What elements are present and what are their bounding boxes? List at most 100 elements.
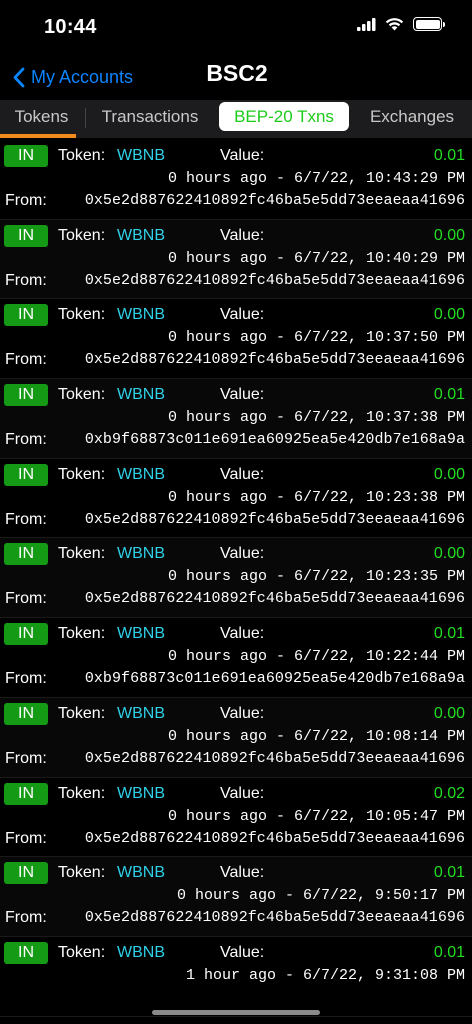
battery-icon: [413, 17, 445, 31]
token-name[interactable]: WBNB: [117, 785, 165, 803]
page-title: BSC2: [206, 60, 268, 86]
direction-badge[interactable]: IN: [4, 384, 48, 407]
direction-badge[interactable]: IN: [4, 224, 48, 247]
from-address[interactable]: 0x5e2d887622410892fc46ba5e5dd73eeaeaa416…: [85, 272, 465, 289]
transaction-row[interactable]: IN Token: WBNB Value: 0.01 0 hours ago - 6/7/…: [0, 618, 472, 698]
transaction-row[interactable]: IN Token: WBNB Value: 0.00 0 hours ago - 6/7/…: [0, 458, 472, 539]
token-name[interactable]: WBNB: [117, 227, 165, 245]
direction-badge[interactable]: IN: [4, 941, 48, 964]
from-label: From:: [5, 271, 47, 289]
value-label: Value:: [220, 147, 265, 164]
token-name[interactable]: WBNB: [117, 864, 165, 882]
status-bar: 10:44: [0, 0, 472, 54]
value-amount: 0.01: [433, 943, 465, 961]
value-amount: 0.00: [433, 704, 465, 722]
transaction-time: 0 hours ago - 6/7/22, 10:37:38 PM: [167, 409, 465, 427]
tab-transactions[interactable]: Transactions: [86, 100, 214, 134]
from-address[interactable]: 0x5e2d887622410892fc46ba5e5dd73eeaeaa416…: [85, 830, 465, 847]
transaction-row[interactable]: IN Token: WBNB Value: 0.02 0 hours ago - 6/7/…: [0, 777, 472, 858]
value-amount: 0.02: [433, 784, 465, 802]
direction-badge[interactable]: IN: [4, 145, 48, 167]
token-label: Token:: [58, 545, 106, 563]
transaction-row[interactable]: IN Token: WBNB Value: 0.01 0 hours ago - 6/7/…: [0, 140, 472, 220]
from-address[interactable]: 0x5e2d887622410892fc46ba5e5dd73eeaeaa416…: [85, 351, 465, 368]
tab-exchanges[interactable]: Exchanges: [354, 100, 470, 134]
token-label: Token:: [58, 864, 106, 882]
from-address[interactable]: 0x5e2d887622410892fc46ba5e5dd73eeaeaa416…: [85, 511, 465, 528]
transaction-time: 1 hour ago - 6/7/22, 9:31:08 PM: [185, 966, 465, 984]
wifi-icon: [385, 18, 404, 31]
transaction-row[interactable]: IN Token: WBNB Value: 0.01 0 hours ago - 6/7/…: [0, 857, 472, 937]
direction-badge[interactable]: IN: [4, 463, 48, 486]
transaction-time: 0 hours ago - 6/7/22, 10:23:35 PM: [167, 568, 465, 586]
token-name[interactable]: WBNB: [117, 705, 165, 723]
direction-badge[interactable]: IN: [4, 623, 48, 646]
direction-badge[interactable]: IN: [4, 862, 48, 885]
token-label: Token:: [58, 226, 106, 244]
value-amount: 0.00: [433, 545, 465, 563]
from-address[interactable]: 0xb9f68873c011e691ea60925ea5e420db7e168a…: [85, 670, 465, 687]
token-name[interactable]: WBNB: [117, 306, 165, 324]
token-label: Token:: [58, 465, 106, 483]
battery-level: [415, 19, 440, 29]
chevron-left-icon: [13, 67, 25, 87]
cellular-signal-icon: [357, 17, 376, 31]
transaction-list[interactable]: IN Token: WBNB Value: 0.01 0 hours ago - 6/7/…: [0, 140, 472, 1017]
transaction-time: 0 hours ago - 6/7/22, 10:23:38 PM: [167, 488, 465, 506]
token-name[interactable]: WBNB: [117, 944, 165, 962]
direction-badge[interactable]: IN: [4, 304, 48, 327]
from-address[interactable]: 0x5e2d887622410892fc46ba5e5dd73eeaeaa416…: [85, 909, 465, 926]
value-amount: 0.01: [433, 386, 465, 404]
from-address[interactable]: 0x5e2d887622410892fc46ba5e5dd73eeaeaa416…: [85, 590, 465, 607]
transaction-row[interactable]: IN Token: WBNB Value: 0.00 0 hours ago - 6/7/…: [0, 299, 472, 380]
token-name[interactable]: WBNB: [117, 386, 165, 404]
direction-badge[interactable]: IN: [4, 543, 48, 566]
token-label: Token:: [58, 704, 106, 722]
tab-bep20-txns[interactable]: BEP-20 Txns: [219, 102, 349, 131]
transaction-row[interactable]: IN Token: WBNB Value: 0.00 0 hours ago - 6/7/…: [0, 697, 472, 778]
value-amount: 0.01: [433, 147, 465, 164]
token-name[interactable]: WBNB: [117, 466, 165, 484]
value-label: Value:: [220, 625, 265, 643]
token-label: Token:: [58, 625, 106, 643]
transaction-row[interactable]: IN Token: WBNB Value: 0.00 0 hours ago - 6/7/…: [0, 538, 472, 619]
token-name[interactable]: WBNB: [117, 545, 165, 563]
from-address[interactable]: 0x5e2d887622410892fc46ba5e5dd73eeaeaa416…: [85, 750, 465, 767]
transaction-time: 0 hours ago - 6/7/22, 9:50:17 PM: [176, 887, 465, 905]
value-amount: 0.00: [433, 465, 465, 483]
transaction-time: 0 hours ago - 6/7/22, 10:37:50 PM: [167, 329, 465, 347]
transaction-row[interactable]: IN Token: WBNB Value: 0.00 0 hours ago - 6/7/…: [0, 219, 472, 300]
from-address[interactable]: 0xb9f68873c011e691ea60925ea5e420db7e168a…: [85, 431, 465, 448]
transaction-row[interactable]: IN Token: WBNB Value: 0.01 1 hour ago - 6/7/2…: [0, 936, 472, 1017]
home-indicator[interactable]: [152, 1010, 320, 1015]
transaction-time: 0 hours ago - 6/7/22, 10:08:14 PM: [167, 727, 465, 745]
value-label: Value:: [220, 784, 265, 802]
value-label: Value:: [220, 943, 265, 961]
from-label: From:: [5, 192, 47, 209]
from-label: From:: [5, 749, 47, 767]
value-label: Value:: [220, 545, 265, 563]
token-label: Token:: [58, 943, 106, 961]
tab-tokens[interactable]: Tokens: [0, 100, 83, 134]
from-label: From:: [5, 431, 47, 449]
transaction-time: 0 hours ago - 6/7/22, 10:22:44 PM: [167, 648, 465, 666]
token-label: Token:: [58, 784, 106, 802]
value-label: Value:: [220, 226, 265, 244]
token-name[interactable]: WBNB: [117, 625, 165, 643]
value-amount: 0.01: [433, 625, 465, 643]
nav-bar: My Accounts BSC2: [0, 54, 472, 100]
from-address[interactable]: 0x5e2d887622410892fc46ba5e5dd73eeaeaa416…: [85, 192, 465, 209]
from-label: From:: [5, 351, 47, 369]
from-label: From:: [5, 590, 47, 608]
from-label: From:: [5, 510, 47, 528]
token-name[interactable]: WBNB: [117, 147, 165, 165]
direction-badge[interactable]: IN: [4, 782, 48, 805]
tab-bar: Tokens Transactions BEP-20 Txns Exchange…: [0, 100, 472, 138]
back-button[interactable]: My Accounts: [12, 62, 133, 92]
value-label: Value:: [220, 864, 265, 882]
transaction-time: 0 hours ago - 6/7/22, 10:05:47 PM: [167, 807, 465, 825]
direction-badge[interactable]: IN: [4, 702, 48, 725]
transaction-row[interactable]: IN Token: WBNB Value: 0.01 0 hours ago - 6/7/…: [0, 379, 472, 459]
from-label: From:: [5, 909, 47, 927]
value-amount: 0.00: [433, 306, 465, 324]
